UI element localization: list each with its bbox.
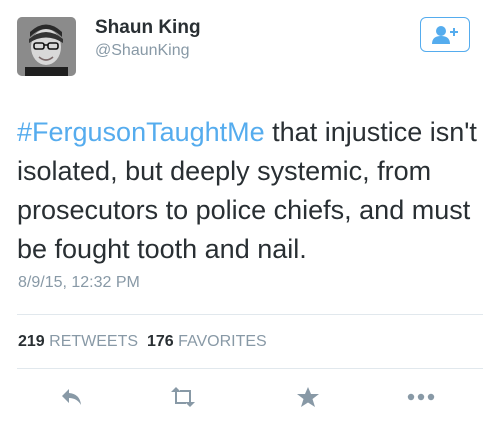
favorite-icon (297, 387, 319, 407)
author-name[interactable]: Shaun King (95, 17, 201, 39)
hashtag-link[interactable]: #FergusonTaughtMe (17, 117, 265, 147)
author-handle[interactable]: @ShaunKing (95, 42, 190, 60)
favorites-stat[interactable]: 176 FAVORITES (147, 333, 267, 350)
tweet-stats: 219 RETWEETS 176 FAVORITES (18, 333, 267, 351)
favorite-button[interactable] (292, 382, 324, 412)
favorites-label: FAVORITES (178, 333, 267, 350)
timestamp[interactable]: 8/9/15, 12:32 PM (18, 274, 140, 292)
follow-button[interactable] (420, 17, 470, 52)
retweet-icon (171, 387, 195, 407)
more-button[interactable] (405, 382, 437, 412)
reply-icon (62, 389, 81, 405)
profile-photo-icon (17, 17, 76, 76)
avatar[interactable] (17, 17, 76, 76)
tweet-text: #FergusonTaughtMe that injustice isn't i… (17, 113, 487, 269)
more-icon (407, 393, 435, 401)
retweets-label: RETWEETS (49, 333, 139, 350)
retweets-stat[interactable]: 219 RETWEETS (18, 333, 138, 350)
add-user-icon (432, 25, 458, 44)
reply-button[interactable] (56, 382, 88, 412)
divider (17, 368, 483, 369)
retweet-button[interactable] (167, 382, 199, 412)
favorites-count: 176 (146, 333, 174, 350)
retweets-count: 219 (18, 333, 45, 350)
divider (17, 314, 483, 315)
